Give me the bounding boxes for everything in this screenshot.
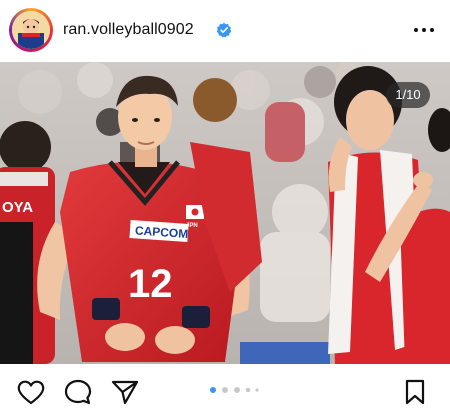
heart-icon[interactable] [16,378,46,406]
carousel-indicator [210,387,259,393]
carousel-dot [222,387,228,393]
send-icon[interactable] [110,378,140,406]
teammate-name: OYA [2,199,33,216]
jersey-number: 12 [128,262,173,306]
post-header: ran.volleyball0902 [0,0,450,62]
bookmark-icon[interactable] [400,378,430,406]
more-horizontal-icon[interactable] [410,20,438,40]
carousel-dot [245,387,251,393]
profile-avatar[interactable] [12,11,50,49]
carousel-dot [255,388,259,392]
carousel-dot [234,387,240,393]
comment-icon[interactable] [63,378,93,406]
post-image[interactable]: OYA CAPCOM JPN 12 1/10 [0,62,450,364]
carousel-dot-active [210,387,216,393]
volleyball-player-photo: OYA CAPCOM JPN 12 [0,62,450,364]
verified-badge-icon [216,22,232,38]
flag-label: JPN [186,223,198,229]
username[interactable]: ran.volleyball0902 [63,21,194,39]
story-ring[interactable] [9,8,53,52]
carousel-counter: 1/10 [386,82,430,108]
